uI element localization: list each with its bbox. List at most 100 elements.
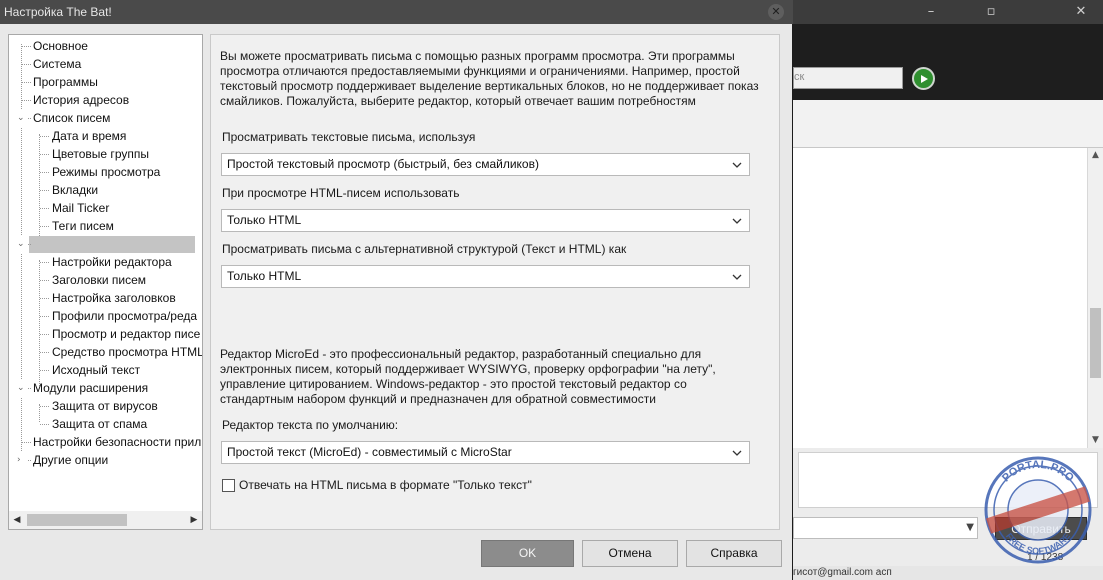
ok-button[interactable]: OK — [481, 540, 574, 567]
tree-item[interactable]: Вкладки — [52, 181, 98, 199]
search-go-button[interactable] — [912, 67, 935, 90]
alt-view-select[interactable]: Только HTML — [221, 265, 750, 288]
checkbox-box[interactable] — [222, 478, 235, 492]
tree-line — [40, 298, 49, 299]
tree-item-label: Программы — [33, 75, 98, 89]
tree-item[interactable]: Программы — [33, 73, 98, 91]
search-input[interactable]: ск — [793, 67, 903, 89]
settings-dialog: Настройка The Bat! ✕ Основное Система Прог… — [0, 0, 793, 580]
tree-item-label: Средство просмотра HTML — [52, 345, 203, 359]
chevron-down-icon — [731, 210, 743, 231]
tree-line — [22, 100, 31, 101]
tree-line — [40, 334, 49, 335]
tree-line — [40, 424, 49, 425]
tree-item[interactable]: Исходный текст — [52, 361, 140, 379]
text-view-select[interactable]: Простой текстовый просмотр (быстрый, без… — [221, 153, 750, 176]
maximize-icon[interactable]: ▫ — [985, 5, 997, 18]
tree-item[interactable]: Защита от вирусов — [52, 397, 158, 415]
tree-item[interactable]: Модули расширения — [33, 379, 148, 397]
html-view-label: При просмотре HTML-писем использовать — [222, 186, 460, 200]
reply-plain-text-checkbox[interactable]: Отвечать на HTML письма в формате "Тольк… — [222, 477, 532, 493]
message-list[interactable] — [793, 148, 1088, 448]
default-editor-select[interactable]: Простой текст (MicroEd) - совместимый с … — [221, 441, 750, 464]
tree-line — [40, 172, 49, 173]
minimize-icon[interactable]: – — [925, 5, 937, 18]
tree-item[interactable]: Список писем — [33, 109, 110, 127]
tree-item[interactable]: Профили просмотра/реда — [52, 307, 197, 325]
alt-view-value: Только HTML — [227, 269, 302, 283]
settings-content-panel: Вы можете просматривать письма с помощью… — [210, 34, 780, 530]
tree-item[interactable]: Настройка заголовков — [52, 289, 176, 307]
tree-line — [40, 226, 49, 227]
tree-item-label: Mail Ticker — [52, 201, 110, 215]
tree-item-label: Заголовки писем — [52, 273, 147, 287]
scrollbar-thumb[interactable] — [27, 514, 127, 526]
scroll-right-icon[interactable]: ▶ — [186, 511, 202, 529]
tree-item[interactable]: Настройки безопасности прил — [33, 433, 201, 451]
search-placeholder: ск — [794, 71, 805, 83]
text-view-label: Просматривать текстовые письма, использу… — [222, 130, 476, 144]
tree-item-label: Защита от вирусов — [52, 399, 158, 413]
tree-line — [40, 406, 49, 407]
tree-item[interactable]: Дата и время — [52, 127, 126, 145]
tree-line — [40, 352, 49, 353]
tree-horizontal-scrollbar[interactable]: ◀ ▶ — [9, 511, 202, 529]
tree-item-label: Другие опции — [33, 453, 109, 467]
tree-item-label: Список писем — [33, 111, 111, 125]
tree-item-label: Просмотр и редактор писе — [52, 327, 201, 341]
status-account: гисот@gmail.com асп — [793, 567, 892, 578]
tree-line — [40, 262, 49, 263]
message-list-scrollbar[interactable]: ▲ ▼ — [1088, 148, 1103, 448]
close-icon[interactable]: ✕ — [768, 4, 784, 20]
scrollbar-thumb[interactable] — [1090, 308, 1101, 378]
tree-item-label: Профили просмотра/реда — [52, 309, 198, 323]
tree-item[interactable]: Теги писем — [52, 217, 114, 235]
dialog-titlebar: Настройка The Bat! ✕ — [0, 0, 793, 24]
play-icon — [920, 74, 928, 83]
tree-item[interactable]: Режимы просмотра — [52, 163, 160, 181]
dialog-title: Настройка The Bat! — [4, 5, 112, 19]
scroll-up-icon[interactable]: ▲ — [1088, 148, 1103, 163]
tree-line — [22, 64, 31, 65]
tree-selection-highlight — [29, 236, 195, 253]
tree-item[interactable]: Другие опции — [33, 451, 108, 469]
tree-item-label: Исходный текст — [52, 363, 141, 377]
tree-item-label: Модули расширения — [33, 381, 149, 395]
tree-item-label: Цветовые группы — [52, 147, 149, 161]
tree-line — [40, 370, 49, 371]
settings-tree[interactable]: Основное Система Программы История адресов ⌄… — [8, 34, 203, 530]
tree-item[interactable]: История адресов — [33, 91, 129, 109]
close-window-icon[interactable]: ✕ — [1075, 5, 1087, 18]
tree-item[interactable]: Основное — [33, 37, 88, 55]
tree-item-label: Основное — [33, 39, 88, 53]
tree-collapse-icon[interactable]: ⌄ — [17, 379, 27, 397]
account-select[interactable]: ▼ — [793, 517, 978, 539]
tree-line — [40, 316, 49, 317]
tree-item[interactable]: Настройки редактора — [52, 253, 172, 271]
tree-expand-icon[interactable]: › — [17, 451, 27, 469]
tree-collapse-icon[interactable]: ⌄ — [17, 109, 27, 127]
tree-item-label: Режимы просмотра — [52, 165, 161, 179]
tree-item[interactable]: Цветовые группы — [52, 145, 149, 163]
scroll-down-icon[interactable]: ▼ — [1088, 433, 1103, 448]
scroll-left-icon[interactable]: ◀ — [9, 511, 25, 529]
tree-item[interactable]: Mail Ticker — [52, 199, 109, 217]
tree-line — [22, 442, 31, 443]
tree-item[interactable]: Просмотр и редактор писе — [52, 325, 200, 343]
tree-collapse-icon[interactable]: ⌄ — [17, 235, 27, 253]
tree-line — [40, 208, 49, 209]
tree-line — [22, 82, 31, 83]
tree-item-label: История адресов — [33, 93, 130, 107]
tree-item[interactable]: Средство просмотра HTML — [52, 343, 203, 361]
watermark-stamp: PORTAL.PRO FREE SOFTWARE — [984, 456, 1092, 564]
help-button[interactable]: Справка — [686, 540, 782, 567]
html-view-select[interactable]: Только HTML — [221, 209, 750, 232]
tree-line — [39, 260, 40, 386]
cancel-button[interactable]: Отмена — [582, 540, 678, 567]
tree-line — [40, 190, 49, 191]
chevron-down-icon — [731, 154, 743, 175]
chevron-down-icon — [731, 442, 743, 463]
tree-item[interactable]: Система — [33, 55, 81, 73]
tree-item[interactable]: Защита от спама — [52, 415, 147, 433]
tree-item[interactable]: Заголовки писем — [52, 271, 146, 289]
